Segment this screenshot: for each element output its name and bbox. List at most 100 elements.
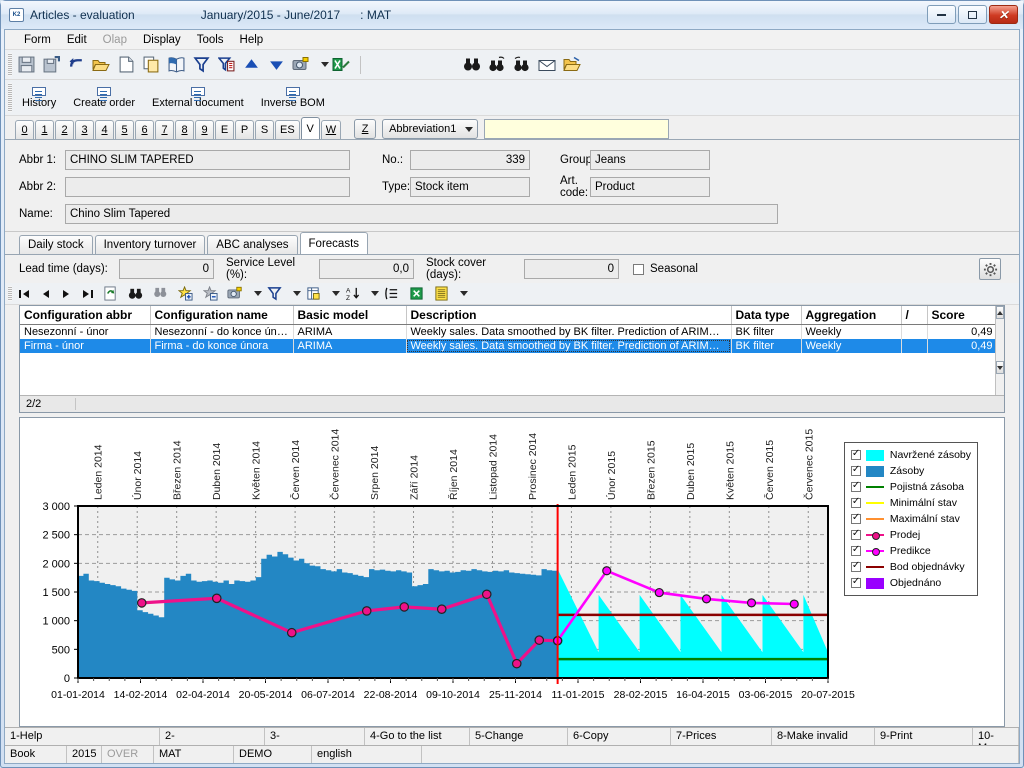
menu-item-tools[interactable]: Tools <box>190 32 231 48</box>
legend-checkbox[interactable] <box>851 546 861 556</box>
binoculars-icon[interactable] <box>461 54 483 76</box>
binoculars-next-icon[interactable] <box>486 54 508 76</box>
fkey-7-prices[interactable]: 7-Prices <box>671 728 772 745</box>
name-field[interactable]: Chino Slim Tapered <box>65 204 778 224</box>
mail-icon[interactable] <box>536 54 558 76</box>
letter-tab-0[interactable]: 0 <box>15 120 34 139</box>
legend-item[interactable]: Minimální stav <box>851 495 971 511</box>
minimize-button[interactable] <box>927 5 956 24</box>
lead-time-input[interactable]: 0 <box>119 259 214 279</box>
gear-icon[interactable] <box>979 258 1001 280</box>
excel-export-icon[interactable] <box>330 54 352 76</box>
create-order-button[interactable]: Create order <box>66 87 142 109</box>
filter-icon[interactable] <box>263 283 285 305</box>
dropdown-arrow-icon[interactable] <box>455 283 466 305</box>
last-record-icon[interactable] <box>78 283 96 305</box>
camera-icon[interactable] <box>224 283 246 305</box>
col-configuration-abbr[interactable]: Configuration abbr <box>20 306 150 325</box>
tab-abc-analyses[interactable]: ABC analyses <box>207 235 297 254</box>
legend-checkbox[interactable] <box>851 578 861 588</box>
menu-item-form[interactable]: Form <box>17 32 58 48</box>
save-icon[interactable] <box>15 54 37 76</box>
binoculars-repeat-icon[interactable] <box>149 283 171 305</box>
save-as-icon[interactable] <box>40 54 62 76</box>
service-level-input[interactable]: 0,0 <box>319 259 414 279</box>
tab-daily-stock[interactable]: Daily stock <box>19 235 93 254</box>
inverse-bom-button[interactable]: Inverse BOM <box>254 87 332 109</box>
col-score[interactable]: Score <box>927 306 997 325</box>
legend-checkbox[interactable] <box>851 530 861 540</box>
legend-item[interactable]: Objednáno <box>851 575 971 591</box>
fkey-3[interactable]: 3- <box>265 728 365 745</box>
artcode-field[interactable]: Product <box>590 177 710 197</box>
legend-checkbox[interactable] <box>851 482 861 492</box>
excel-icon[interactable] <box>405 283 427 305</box>
z-button[interactable]: Z <box>354 119 376 139</box>
fkey-9-print[interactable]: 9-Print <box>875 728 973 745</box>
legend-checkbox[interactable] <box>851 562 861 572</box>
table-row[interactable]: Nesezonní - únor Nesezonní - do konce ún… <box>20 325 997 340</box>
fkey-2[interactable]: 2- <box>160 728 265 745</box>
stock-cover-input[interactable]: 0 <box>524 259 619 279</box>
arrow-down-icon[interactable] <box>265 54 287 76</box>
legend-checkbox[interactable] <box>851 514 861 524</box>
group-field[interactable]: Jeans <box>590 150 710 170</box>
legend-item[interactable]: Bod objednávky <box>851 559 971 575</box>
col-data-type[interactable]: Data type <box>731 306 801 325</box>
camera-icon[interactable] <box>290 54 312 76</box>
copy-icon[interactable] <box>140 54 162 76</box>
legend-item[interactable]: Maximální stav <box>851 511 971 527</box>
letter-tab-5[interactable]: 5 <box>115 120 134 139</box>
letter-tab-4[interactable]: 4 <box>95 120 114 139</box>
next-record-icon[interactable] <box>57 283 75 305</box>
legend-item[interactable]: Pojistná zásoba <box>851 479 971 495</box>
sort-az-icon[interactable]: AZ <box>341 283 363 305</box>
binoculars-prev-icon[interactable] <box>511 54 533 76</box>
legend-item[interactable]: Zásoby <box>851 463 971 479</box>
fkey-5-change[interactable]: 5-Change <box>470 728 568 745</box>
letter-tab-w[interactable]: W <box>321 120 341 139</box>
grouping-icon[interactable] <box>380 283 402 305</box>
prev-record-icon[interactable] <box>36 283 54 305</box>
history-button[interactable]: History <box>15 87 63 109</box>
book-icon[interactable] <box>165 54 187 76</box>
no-field[interactable]: 339 <box>410 150 530 170</box>
fkey-1-help[interactable]: 1-Help <box>5 728 160 745</box>
type-field[interactable]: Stock item <box>410 177 530 197</box>
menu-item-display[interactable]: Display <box>136 32 188 48</box>
seasonal-checkbox[interactable] <box>633 264 644 275</box>
letter-tab-es[interactable]: ES <box>275 120 300 139</box>
dropdown-arrow-icon[interactable] <box>315 54 327 76</box>
refresh-icon[interactable] <box>99 283 121 305</box>
letter-tab-e[interactable]: E <box>215 120 234 139</box>
abbreviation-search-input[interactable] <box>484 119 669 139</box>
table-row[interactable]: Firma - únor Firma - do konce února ARIM… <box>20 339 997 353</box>
fkey-4-go-to-the-list[interactable]: 4-Go to the list <box>365 728 470 745</box>
new-document-icon[interactable] <box>115 54 137 76</box>
delete-record-icon[interactable] <box>199 283 221 305</box>
binoculars-icon[interactable] <box>124 283 146 305</box>
filter-list-icon[interactable] <box>215 54 237 76</box>
col-configuration-name[interactable]: Configuration name <box>150 306 293 325</box>
letter-tab-2[interactable]: 2 <box>55 120 74 139</box>
tab-inventory-turnover[interactable]: Inventory turnover <box>95 235 206 254</box>
open-folder-icon[interactable] <box>90 54 112 76</box>
letter-tab-s[interactable]: S <box>255 120 274 139</box>
legend-item[interactable]: Navržené zásoby <box>851 447 971 463</box>
abbr2-field[interactable] <box>65 177 350 197</box>
tab-forecasts[interactable]: Forecasts <box>300 232 369 254</box>
letter-tab-7[interactable]: 7 <box>155 120 174 139</box>
fkey-6-copy[interactable]: 6-Copy <box>568 728 671 745</box>
col-aggregation[interactable]: Aggregation <box>801 306 901 325</box>
dropdown-arrow-icon[interactable] <box>249 283 260 305</box>
dropdown-arrow-icon[interactable] <box>288 283 299 305</box>
letter-tab-9[interactable]: 9 <box>195 120 214 139</box>
col-slash[interactable]: / <box>901 306 927 325</box>
letter-tab-p[interactable]: P <box>235 120 254 139</box>
col-basic-model[interactable]: Basic model <box>293 306 406 325</box>
filter-icon[interactable] <box>190 54 212 76</box>
legend-checkbox[interactable] <box>851 450 861 460</box>
legend-item[interactable]: Predikce <box>851 543 971 559</box>
legend-checkbox[interactable] <box>851 498 861 508</box>
letter-tab-v[interactable]: V <box>301 117 320 139</box>
